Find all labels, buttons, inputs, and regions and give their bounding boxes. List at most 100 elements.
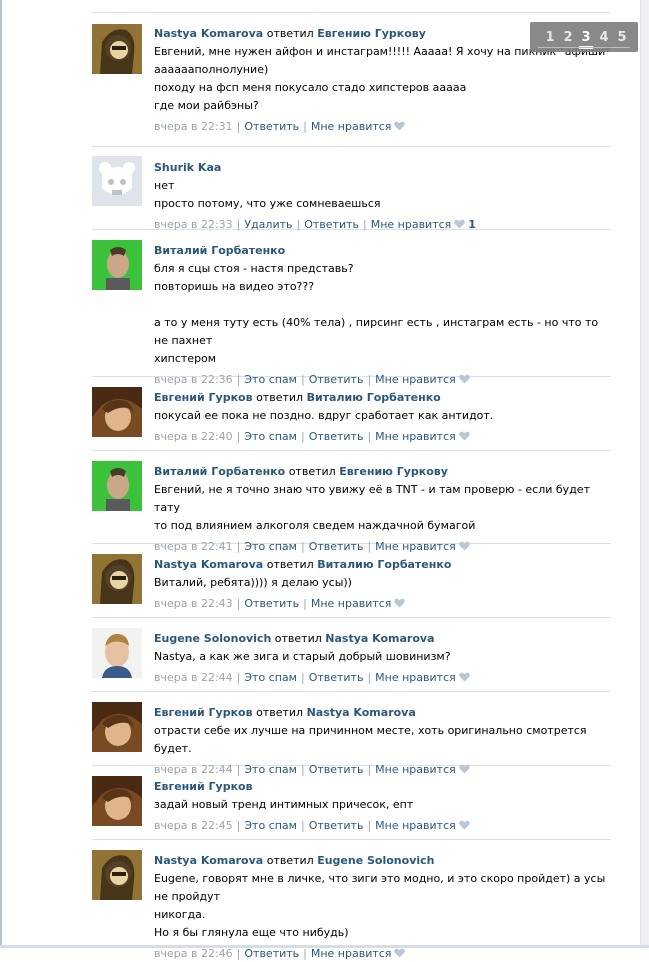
reply-button[interactable]: Ответить bbox=[309, 819, 364, 832]
comment: Виталий Горбатенко бля я сцы стоя - наст… bbox=[92, 230, 611, 386]
comment-text: отрасти себе их лучше на причинном месте… bbox=[154, 722, 611, 758]
author-link[interactable]: Евгений Гурков bbox=[154, 391, 253, 404]
comment-line: походу на фсп меня покусало стадо хипсте… bbox=[154, 81, 467, 94]
avatar[interactable] bbox=[92, 461, 142, 511]
spam-button[interactable]: Это спам bbox=[244, 671, 297, 684]
comment-line: Евгений, не я точно знаю что увижу её в … bbox=[154, 483, 590, 514]
comment-line: хипстером bbox=[154, 352, 217, 365]
comment: Nastya Komarova ответил Виталию Горбатен… bbox=[92, 544, 611, 617]
author-link[interactable]: Nastya Komarova bbox=[154, 558, 263, 571]
comment-line: бля я сцы стоя - настя представь? bbox=[154, 262, 354, 275]
page-left-border bbox=[0, 0, 2, 948]
comment-line: Но я бы глянула еще что нибудь) bbox=[154, 926, 349, 939]
heart-icon[interactable] bbox=[459, 672, 470, 682]
author-link[interactable]: Nastya Komarova bbox=[154, 27, 263, 40]
spam-button[interactable]: Это спам bbox=[244, 430, 297, 443]
scrollbar[interactable] bbox=[640, 0, 649, 948]
comment-line: где мои райбэны? bbox=[154, 99, 259, 112]
comment: Евгений Гурков ответил Nastya Komarova о… bbox=[92, 692, 611, 776]
author-link[interactable]: Shurik Kaa bbox=[154, 161, 221, 174]
page-link-5[interactable]: 5 bbox=[613, 30, 631, 45]
replied-label: ответил bbox=[266, 558, 314, 571]
comment-time[interactable]: вчера в 22:46 bbox=[154, 947, 233, 960]
avatar[interactable] bbox=[92, 24, 142, 74]
comment-line bbox=[154, 296, 611, 314]
comment-line: покусай ее пока не поздно. вдруг сработа… bbox=[154, 409, 494, 422]
like-button[interactable]: Мне нравится bbox=[375, 430, 456, 443]
reply-button[interactable]: Ответить bbox=[309, 671, 364, 684]
comments-list: Nastya Komarova ответил Евгению Гуркову … bbox=[92, 12, 611, 960]
heart-icon[interactable] bbox=[454, 219, 466, 229]
avatar[interactable] bbox=[92, 554, 142, 604]
reply-button[interactable]: Ответить bbox=[244, 947, 299, 960]
comment-text: покусай ее пока не поздно. вдруг сработа… bbox=[154, 407, 611, 425]
author-link[interactable]: Nastya Komarova bbox=[154, 854, 263, 867]
reply-to-link[interactable]: Евгению Гуркову bbox=[317, 27, 426, 40]
comment-time[interactable]: вчера в 22:45 bbox=[154, 819, 233, 832]
comment-line: нет bbox=[154, 179, 175, 192]
comment-line: просто потому, что уже сомневаешься bbox=[154, 197, 381, 210]
comment-time[interactable]: вчера в 22:43 bbox=[154, 597, 233, 610]
avatar[interactable] bbox=[92, 156, 142, 206]
comment-text: задай новый тренд интимных причесок, епт bbox=[154, 796, 611, 814]
heart-icon[interactable] bbox=[459, 820, 470, 830]
pager-underline bbox=[538, 47, 630, 48]
author-link[interactable]: Евгений Гурков bbox=[154, 780, 253, 793]
heart-icon[interactable] bbox=[459, 431, 470, 441]
reply-to-link[interactable]: Виталию Горбатенко bbox=[307, 391, 441, 404]
replied-label: ответил bbox=[256, 391, 304, 404]
replied-label: ответил bbox=[274, 632, 322, 645]
like-button[interactable]: Мне нравится bbox=[375, 671, 456, 684]
reply-button[interactable]: Ответить bbox=[309, 430, 364, 443]
replied-label: ответил bbox=[266, 27, 314, 40]
avatar[interactable] bbox=[92, 702, 142, 752]
avatar[interactable] bbox=[92, 240, 142, 290]
reply-to-link[interactable]: Виталию Горбатенко bbox=[317, 558, 451, 571]
page-link-4[interactable]: 4 bbox=[595, 30, 613, 45]
reply-to-link[interactable]: Nastya Komarova bbox=[307, 706, 416, 719]
page-link-3-current[interactable]: 3 bbox=[577, 30, 595, 49]
like-button[interactable]: Мне нравится bbox=[311, 120, 392, 133]
comment-text: Евгений, мне нужен айфон и инстаграм!!!!… bbox=[154, 43, 611, 115]
heart-icon[interactable] bbox=[394, 121, 406, 131]
comment-time[interactable]: вчера в 22:40 bbox=[154, 430, 233, 443]
comment-time[interactable]: вчера в 22:44 bbox=[154, 671, 233, 684]
author-link[interactable]: Eugene Solonovich bbox=[154, 632, 271, 645]
like-button[interactable]: Мне нравится bbox=[311, 597, 392, 610]
reply-button[interactable]: Ответить bbox=[244, 597, 299, 610]
avatar[interactable] bbox=[92, 628, 142, 678]
comment-line: ааааааполнолуние) bbox=[154, 63, 269, 76]
comment-line: повторишь на видео это??? bbox=[154, 280, 315, 293]
comment-text: Nastya, а как же зига и старый добрый шо… bbox=[154, 648, 611, 666]
comment: Shurik Kaa нет просто потому, что уже со… bbox=[92, 147, 611, 231]
comment-text: Виталий, ребята)))) я делаю усы)) bbox=[154, 574, 611, 592]
comment: Евгений Гурков ответил Виталию Горбатенк… bbox=[92, 377, 611, 450]
spam-button[interactable]: Это спам bbox=[244, 819, 297, 832]
replied-label: ответил bbox=[256, 706, 304, 719]
reply-to-link[interactable]: Eugene Solonovich bbox=[317, 854, 434, 867]
page-link-1[interactable]: 1 bbox=[541, 30, 559, 45]
page-link-2[interactable]: 2 bbox=[559, 30, 577, 45]
replied-label: ответил bbox=[266, 854, 314, 867]
replied-label: ответил bbox=[288, 465, 336, 478]
heart-icon[interactable] bbox=[394, 948, 406, 958]
author-link[interactable]: Виталий Горбатенко bbox=[154, 244, 285, 257]
like-button[interactable]: Мне нравится bbox=[311, 947, 392, 960]
reply-to-link[interactable]: Nastya Komarova bbox=[325, 632, 434, 645]
reply-button[interactable]: Ответить bbox=[244, 120, 299, 133]
avatar[interactable] bbox=[92, 850, 142, 900]
like-button[interactable]: Мне нравится bbox=[375, 819, 456, 832]
comment: Виталий Горбатенко ответил Евгению Гурко… bbox=[92, 451, 611, 553]
comment-line: отрасти себе их лучше на причинном месте… bbox=[154, 724, 587, 755]
comment-text: Евгений, не я точно знаю что увижу её в … bbox=[154, 481, 611, 535]
comment-time[interactable]: вчера в 22:31 bbox=[154, 120, 233, 133]
heart-icon[interactable] bbox=[394, 598, 406, 608]
author-link[interactable]: Виталий Горбатенко bbox=[154, 465, 285, 478]
author-link[interactable]: Евгений Гурков bbox=[154, 706, 253, 719]
comment-line: Виталий, ребята)))) я делаю усы)) bbox=[154, 576, 352, 589]
reply-to-link[interactable]: Евгению Гуркову bbox=[339, 465, 448, 478]
comment-text: нет просто потому, что уже сомневаешься bbox=[154, 177, 611, 213]
comment-line: Eugene, говорят мне в личке, что зиги эт… bbox=[154, 872, 606, 903]
avatar[interactable] bbox=[92, 387, 142, 437]
avatar[interactable] bbox=[92, 776, 142, 826]
